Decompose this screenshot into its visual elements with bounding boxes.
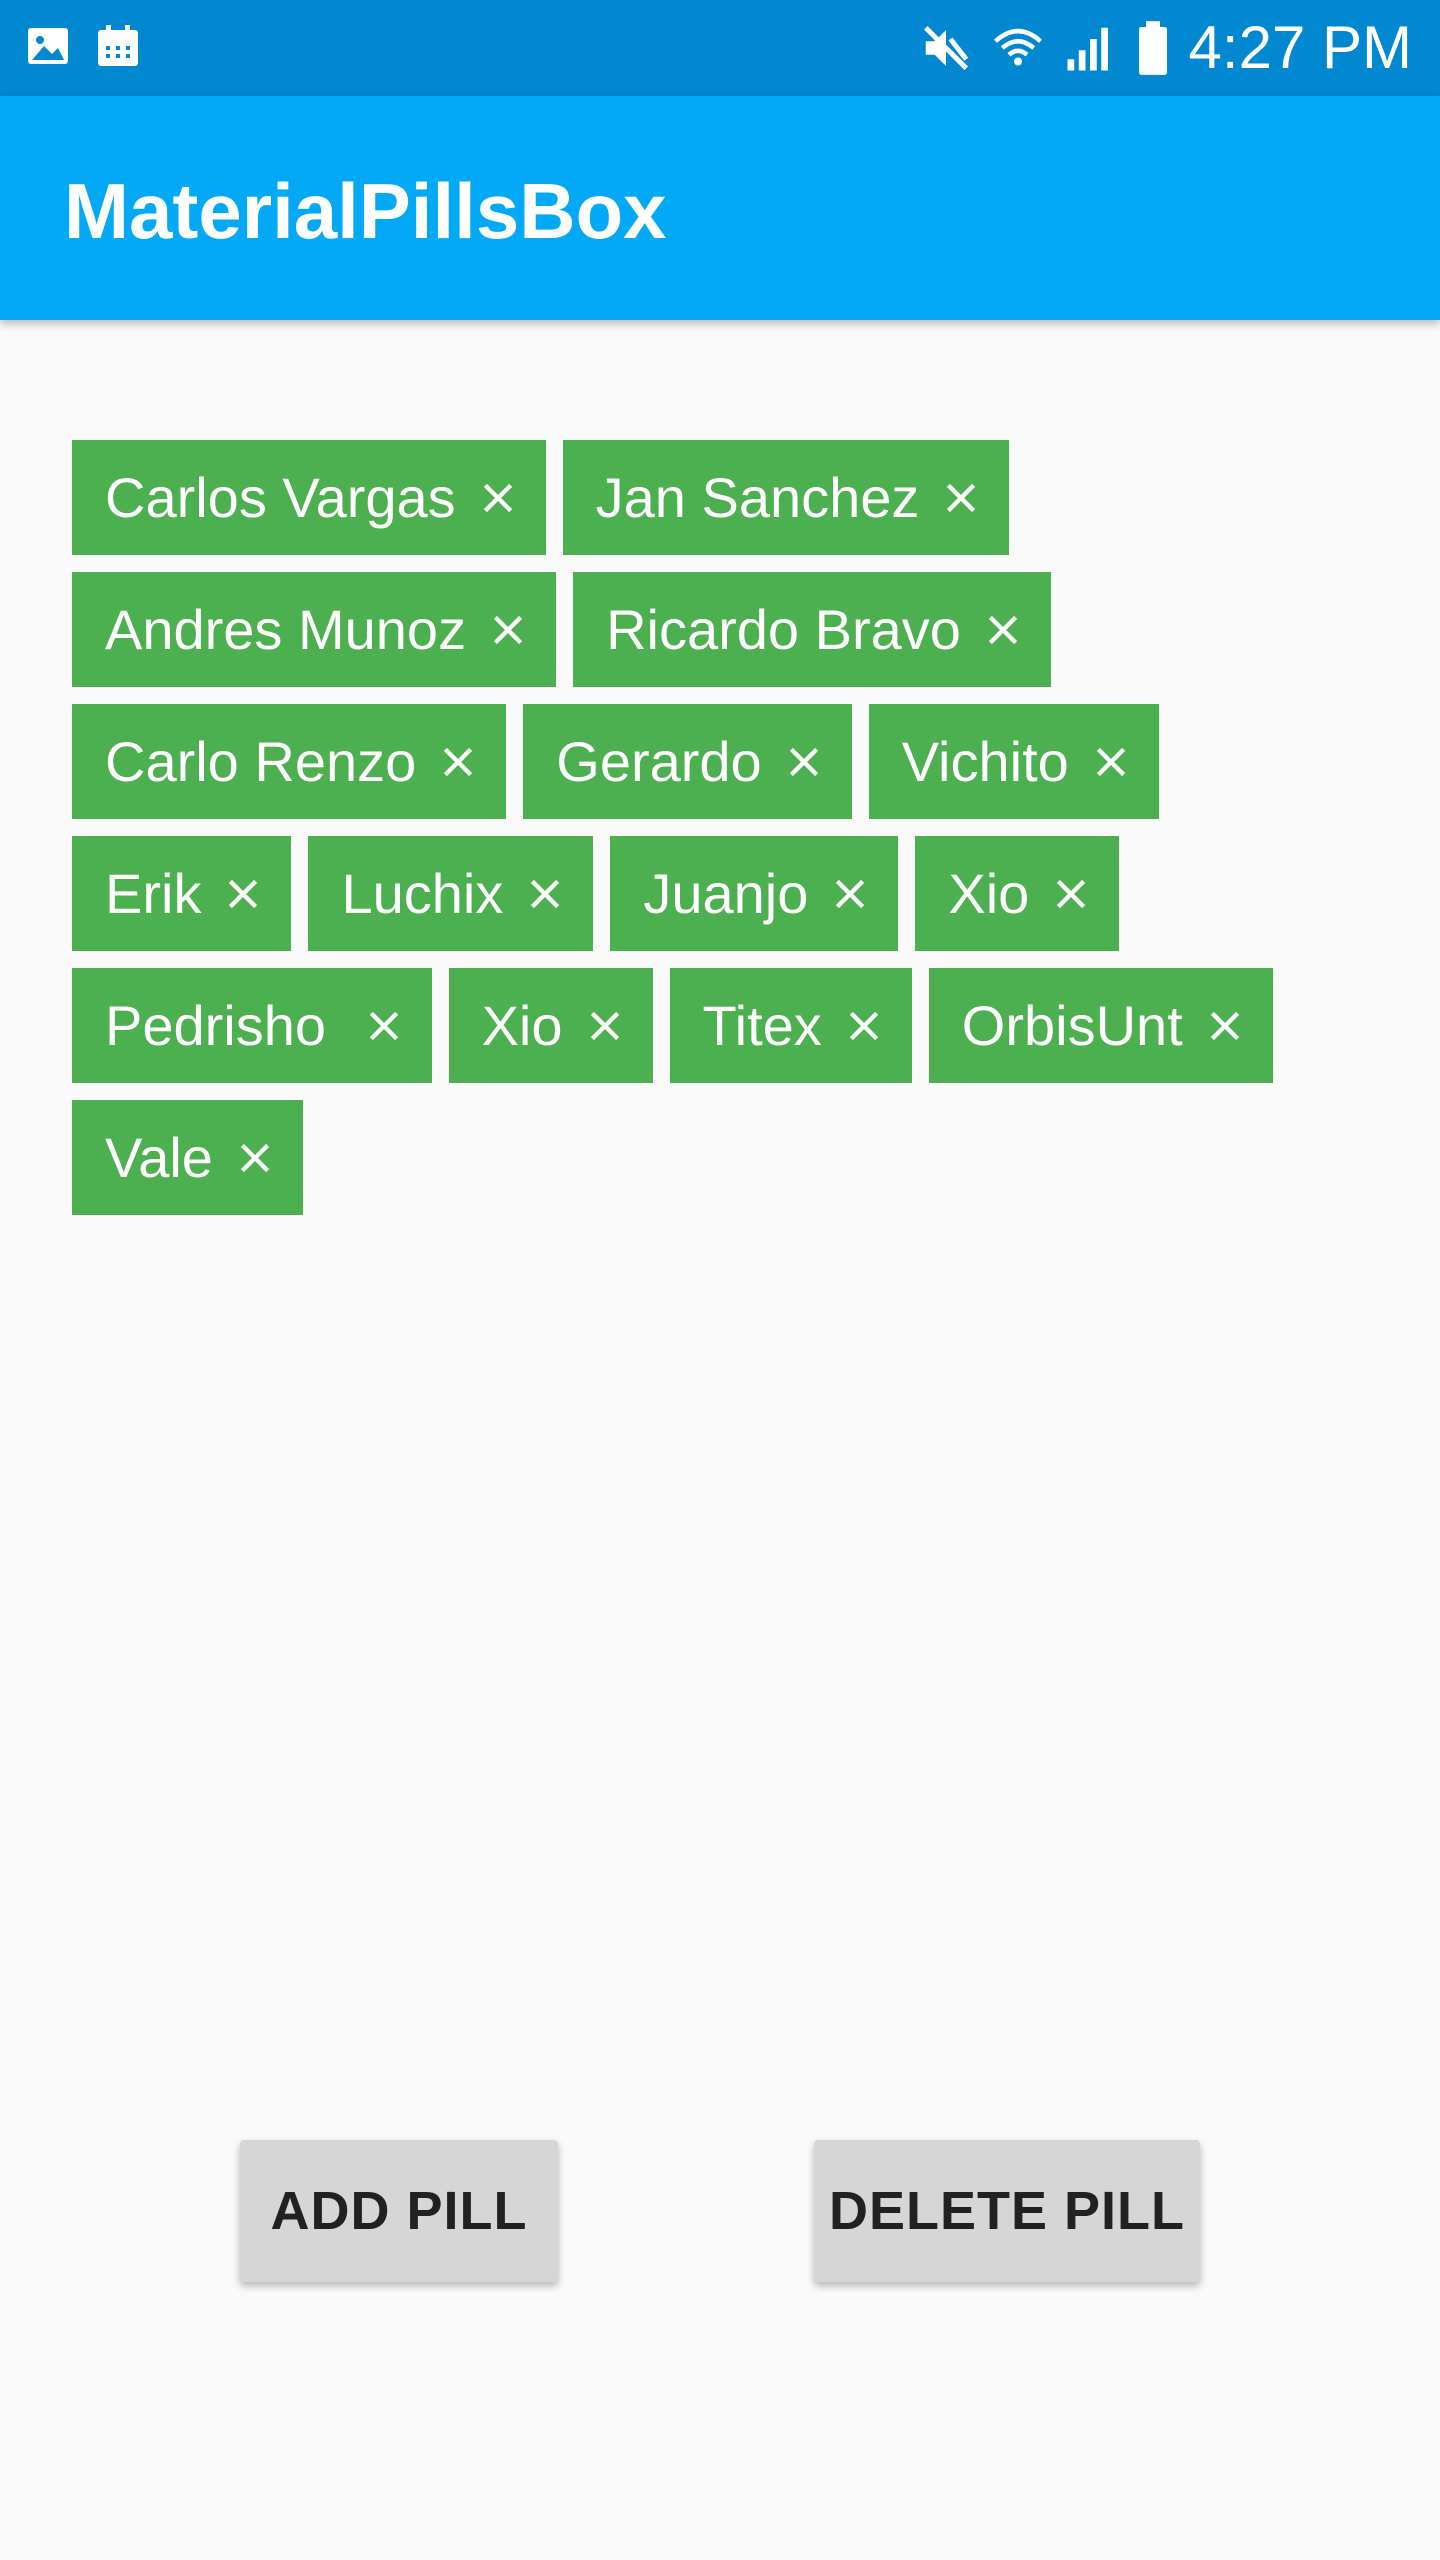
app-screen: 4:27 PM MaterialPillsBox Carlos Vargas J… — [0, 0, 1440, 2560]
close-icon[interactable] — [1053, 876, 1089, 912]
pill[interactable]: Jan Sanchez — [562, 440, 1010, 555]
wifi-icon — [991, 21, 1045, 75]
close-icon[interactable] — [943, 480, 979, 516]
pill-label: OrbisUnt — [961, 994, 1183, 1057]
pill[interactable]: Carlo Renzo — [72, 704, 507, 819]
mute-icon — [919, 21, 973, 75]
calendar-icon — [94, 22, 142, 70]
status-time: 4:27 PM — [1188, 14, 1412, 81]
close-icon[interactable] — [237, 1140, 273, 1176]
status-left-icons — [24, 22, 142, 70]
pill[interactable]: Vichito — [868, 704, 1159, 819]
close-icon[interactable] — [490, 612, 526, 648]
close-icon[interactable] — [527, 876, 563, 912]
close-icon[interactable] — [225, 876, 261, 912]
pill[interactable]: Pedrisho — [72, 968, 432, 1083]
pill[interactable]: Titex — [669, 968, 912, 1083]
pill-label: Xio — [481, 994, 563, 1057]
pill[interactable]: Gerardo — [523, 704, 852, 819]
status-bar: 4:27 PM — [0, 0, 1440, 96]
pill[interactable]: Juanjo — [610, 836, 899, 951]
pill-label: Erik — [105, 862, 202, 925]
close-icon[interactable] — [587, 1008, 623, 1044]
status-right-icons: 4:27 PM — [919, 14, 1412, 82]
delete-pill-button[interactable]: DELETE PILL — [814, 2140, 1200, 2282]
app-title: MaterialPillsBox — [64, 167, 667, 255]
add-pill-button[interactable]: ADD PILL — [240, 2140, 558, 2282]
pill[interactable]: Erik — [72, 836, 292, 951]
pill-label: Xio — [948, 862, 1030, 925]
pill[interactable]: Vale — [72, 1100, 303, 1215]
pill-label: Pedrisho — [105, 994, 342, 1057]
pill[interactable]: Luchix — [308, 836, 594, 951]
pill-label: Juanjo — [643, 862, 809, 925]
pill[interactable]: Andres Munoz — [72, 572, 557, 687]
close-icon[interactable] — [846, 1008, 882, 1044]
close-icon[interactable] — [985, 612, 1021, 648]
pill-label: Vale — [105, 1126, 213, 1189]
pill-label: Carlo Renzo — [105, 730, 417, 793]
pill-label: Jan Sanchez — [595, 466, 920, 529]
pill[interactable]: OrbisUnt — [928, 968, 1273, 1083]
image-icon — [24, 22, 72, 70]
close-icon[interactable] — [480, 480, 516, 516]
close-icon[interactable] — [1093, 744, 1129, 780]
pill[interactable]: Xio — [448, 968, 653, 1083]
pill-label: Carlos Vargas — [105, 466, 456, 529]
app-bar: MaterialPillsBox — [0, 96, 1440, 320]
pill-label: Andres Munoz — [105, 598, 467, 661]
pill[interactable]: Xio — [915, 836, 1120, 951]
close-icon[interactable] — [1207, 1008, 1243, 1044]
pill-label: Ricardo Bravo — [606, 598, 961, 661]
pill-label: Titex — [702, 994, 822, 1057]
signal-icon — [1063, 21, 1117, 75]
close-icon[interactable] — [786, 744, 822, 780]
pill-label: Vichito — [901, 730, 1069, 793]
pills-box: Carlos Vargas Jan Sanchez Andres Munoz R… — [72, 440, 1372, 1215]
pill[interactable]: Carlos Vargas — [72, 440, 546, 555]
battery-icon — [1135, 20, 1171, 76]
close-icon[interactable] — [366, 1008, 402, 1044]
close-icon[interactable] — [832, 876, 868, 912]
pill[interactable]: Ricardo Bravo — [573, 572, 1051, 687]
pill-label: Luchix — [341, 862, 504, 925]
close-icon[interactable] — [440, 744, 476, 780]
pill-label: Gerardo — [556, 730, 762, 793]
